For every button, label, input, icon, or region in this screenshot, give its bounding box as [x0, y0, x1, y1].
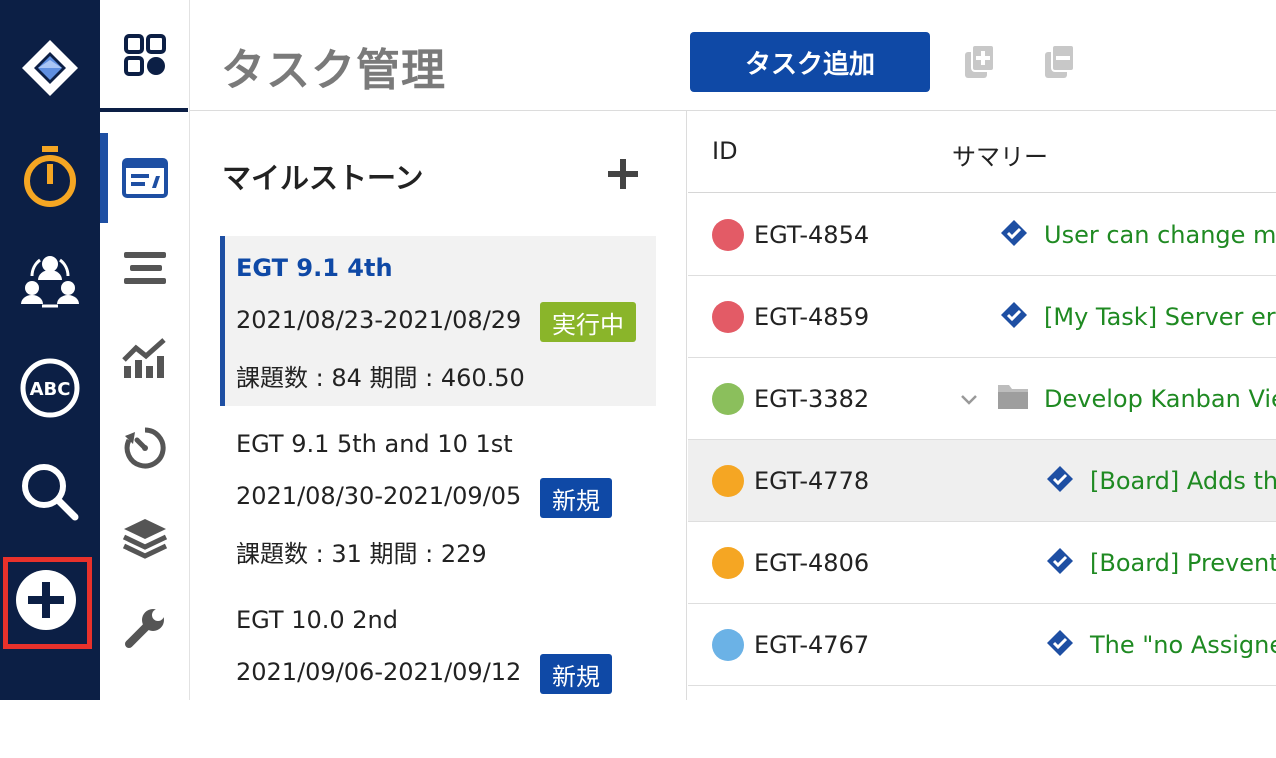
table-header: ID サマリー	[688, 111, 1276, 193]
milestone-card[interactable]: EGT 9.1 4th 2021/08/23-2021/08/29 実行中 課題…	[220, 236, 656, 406]
status-badge: 新規	[540, 478, 612, 518]
task-key[interactable]: EGT-4778	[754, 467, 869, 495]
milestone-stats: 課題数 : 84 期間 : 460.50	[236, 364, 525, 392]
page-title: タスク管理	[221, 45, 446, 96]
stopwatch-icon[interactable]	[0, 124, 100, 228]
app-logo-icon[interactable]	[0, 16, 100, 120]
copy-add-icon[interactable]	[964, 44, 996, 84]
column-header-id[interactable]: ID	[712, 137, 738, 165]
task-summary[interactable]: The "no Assigne	[1090, 631, 1276, 659]
table-row[interactable]: EGT-4767 The "no Assigne	[688, 604, 1276, 686]
add-milestone-icon[interactable]	[606, 157, 640, 195]
search-icon[interactable]	[0, 440, 100, 544]
milestone-dates: 2021/09/06-2021/09/12	[236, 658, 522, 686]
task-summary[interactable]: [Board] Adds the	[1090, 467, 1276, 495]
column-header-summary[interactable]: サマリー	[952, 137, 1048, 172]
task-summary[interactable]: [My Task] Server erro	[1044, 303, 1276, 331]
add-task-button[interactable]: タスク追加	[690, 32, 930, 92]
task-key[interactable]: EGT-4806	[754, 549, 869, 577]
milestone-card[interactable]: EGT 10.0 2nd 2021/09/06-2021/09/12 新規	[220, 588, 656, 758]
milestone-dates: 2021/08/30-2021/09/05	[236, 482, 522, 510]
milestone-name: EGT 9.1 5th and 10 1st	[236, 430, 513, 458]
highlight-frame	[3, 557, 92, 649]
page-header: タスク管理 タスク追加	[190, 0, 1276, 111]
milestone-stats: 課題数 : 31 期間 : 229	[236, 540, 487, 568]
priority-dot	[712, 219, 744, 251]
team-icon[interactable]	[0, 228, 100, 332]
milestone-title: マイルストーン	[222, 161, 424, 195]
milestone-name: EGT 9.1 4th	[236, 254, 393, 282]
svg-text:ABC: ABC	[30, 379, 71, 400]
task-icon	[1046, 629, 1074, 661]
priority-dot	[712, 629, 744, 661]
task-key[interactable]: EGT-4854	[754, 221, 869, 249]
list-icon[interactable]	[100, 223, 190, 313]
priority-dot	[712, 301, 744, 333]
task-key[interactable]: EGT-4767	[754, 631, 869, 659]
task-icon	[1000, 301, 1028, 333]
task-summary[interactable]: User can change mil	[1044, 221, 1276, 249]
sub-nav-rail	[100, 0, 190, 700]
task-icon	[1046, 465, 1074, 497]
table-row[interactable]: EGT-4854 User can change mil	[688, 194, 1276, 276]
board-icon[interactable]	[100, 133, 190, 223]
task-key[interactable]: EGT-3382	[754, 385, 869, 413]
table-row[interactable]: EGT-3382 Develop Kanban View	[688, 358, 1276, 440]
milestone-name: EGT 10.0 2nd	[236, 606, 398, 634]
task-icon	[1046, 547, 1074, 579]
table-row[interactable]: EGT-4806 [Board] Prevents	[688, 522, 1276, 604]
timer-icon[interactable]	[100, 403, 190, 493]
copy-remove-icon[interactable]	[1044, 44, 1076, 84]
layers-icon[interactable]	[100, 493, 190, 583]
chart-icon[interactable]	[100, 313, 190, 403]
chevron-down-icon[interactable]	[958, 388, 980, 414]
task-summary[interactable]: [Board] Prevents	[1090, 549, 1276, 577]
table-row[interactable]: EGT-4778 [Board] Adds the	[688, 440, 1276, 522]
priority-dot	[712, 383, 744, 415]
status-badge: 新規	[540, 654, 612, 694]
milestone-dates: 2021/08/23-2021/08/29	[236, 306, 522, 334]
main-nav-rail: ABC	[0, 0, 100, 700]
task-key[interactable]: EGT-4859	[754, 303, 869, 331]
milestone-card[interactable]: EGT 9.1 5th and 10 1st 2021/08/30-2021/0…	[220, 412, 656, 582]
folder-icon	[996, 381, 1030, 415]
priority-dot	[712, 465, 744, 497]
priority-dot	[712, 547, 744, 579]
task-table: ID サマリー EGT-4854 User can change mil EGT…	[688, 111, 1276, 700]
active-section-underline	[100, 108, 188, 112]
apps-grid-icon[interactable]	[100, 0, 190, 110]
table-row[interactable]: EGT-4859 [My Task] Server erro	[688, 276, 1276, 358]
status-badge: 実行中	[540, 302, 636, 342]
milestone-panel: マイルストーン EGT 9.1 4th 2021/08/23-2021/08/2…	[190, 111, 687, 700]
wrench-icon[interactable]	[100, 583, 190, 673]
task-summary[interactable]: Develop Kanban View	[1044, 385, 1276, 413]
task-icon	[1000, 219, 1028, 251]
abc-icon[interactable]: ABC	[0, 336, 100, 440]
